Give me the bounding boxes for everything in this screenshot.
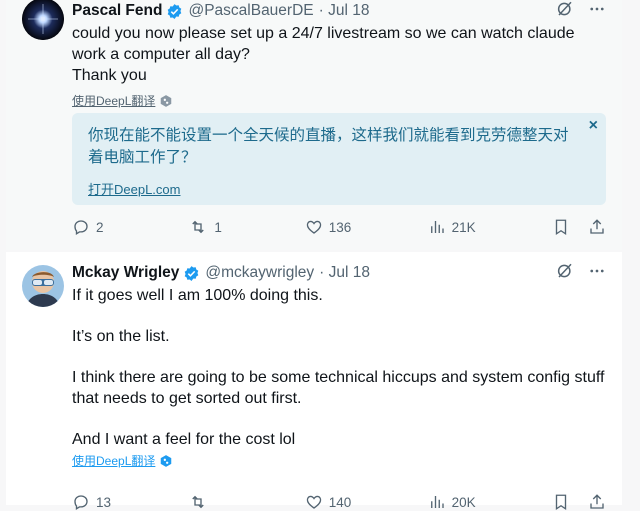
like-button[interactable]: 140 bbox=[305, 493, 352, 511]
tweet-content: Mckay Wrigley @mckaywrigley · Jul 18 If … bbox=[72, 262, 606, 511]
author-name[interactable]: Pascal Fend bbox=[72, 2, 162, 20]
reply-icon bbox=[72, 218, 90, 236]
tweet-mckay[interactable]: Mckay Wrigley @mckaywrigley · Jul 18 If … bbox=[6, 252, 622, 511]
reply-count: 2 bbox=[96, 219, 104, 235]
reply-button[interactable]: 2 bbox=[72, 218, 112, 236]
repost-icon bbox=[188, 218, 208, 236]
avatar[interactable] bbox=[22, 265, 64, 307]
bar-chart-icon bbox=[428, 218, 446, 236]
tweet-line: If it goes well I am 100% doing this. bbox=[72, 287, 323, 304]
tweet-secondary-actions bbox=[552, 218, 606, 236]
translation-box: 你现在能不能设置一个全天候的直播，这样我们就能看到克劳德整天对着电脑工作了？ ×… bbox=[72, 113, 606, 205]
bookmark-icon[interactable] bbox=[552, 218, 570, 236]
heart-icon bbox=[305, 493, 323, 511]
tweet-date[interactable]: · Jul 18 bbox=[319, 264, 370, 282]
tweet-pascal[interactable]: Pascal Fend @PascalBauerDE · Jul 18 coul… bbox=[6, 0, 622, 250]
tweet-text: If it goes well I am 100% doing this. It… bbox=[72, 285, 606, 450]
grok-icon[interactable] bbox=[556, 262, 574, 280]
verified-badge-icon bbox=[166, 3, 183, 20]
tweet-header: Mckay Wrigley @mckaywrigley · Jul 18 bbox=[72, 262, 606, 284]
bookmark-icon[interactable] bbox=[552, 493, 570, 511]
tweet-header: Pascal Fend @PascalBauerDE · Jul 18 bbox=[72, 0, 606, 22]
like-count: 136 bbox=[328, 219, 352, 235]
repost-icon bbox=[188, 493, 208, 511]
tweet-actions: 13 140 20K bbox=[72, 493, 606, 511]
repost-button[interactable] bbox=[188, 493, 228, 511]
bar-chart-icon bbox=[428, 493, 446, 511]
tweet-text: could you now please set up a 24/7 lives… bbox=[72, 23, 606, 86]
close-icon[interactable]: × bbox=[589, 117, 598, 135]
share-icon[interactable] bbox=[588, 218, 606, 236]
tweet-content: Pascal Fend @PascalBauerDE · Jul 18 coul… bbox=[72, 0, 606, 236]
tweet-secondary-actions bbox=[552, 493, 606, 511]
tweet-line: And I want a feel for the cost lol bbox=[72, 431, 296, 448]
verified-badge-icon bbox=[183, 265, 200, 282]
more-options-icon[interactable] bbox=[588, 262, 606, 280]
view-count: 20K bbox=[451, 494, 476, 510]
repost-button[interactable]: 1 bbox=[188, 218, 228, 236]
share-icon[interactable] bbox=[588, 493, 606, 511]
deepl-translate-link[interactable]: 使用DeepL翻译 bbox=[72, 92, 606, 109]
tweet-line: Thank you bbox=[72, 67, 147, 84]
heart-icon bbox=[305, 218, 323, 236]
avatar[interactable] bbox=[22, 0, 64, 40]
views-button[interactable]: 21K bbox=[428, 218, 476, 236]
tweet-line: It’s on the list. bbox=[72, 328, 170, 345]
translation-text: 你现在能不能设置一个全天候的直播，这样我们就能看到克劳德整天对着电脑工作了？ bbox=[88, 127, 569, 166]
more-options-icon[interactable] bbox=[588, 0, 606, 18]
like-button[interactable]: 136 bbox=[305, 218, 352, 236]
like-count: 140 bbox=[328, 494, 352, 510]
tweet-line: could you now please set up a 24/7 lives… bbox=[72, 25, 575, 63]
author-handle[interactable]: @mckaywrigley bbox=[205, 264, 314, 282]
tweet-top-actions bbox=[556, 0, 606, 18]
deepl-label: 使用DeepL翻译 bbox=[72, 94, 156, 108]
deepl-icon bbox=[159, 454, 173, 468]
tweet-top-actions bbox=[556, 262, 606, 280]
views-button[interactable]: 20K bbox=[428, 493, 476, 511]
author-handle[interactable]: @PascalBauerDE bbox=[188, 2, 313, 20]
tweet-line: I think there are going to be some techn… bbox=[72, 369, 605, 407]
reply-button[interactable]: 13 bbox=[72, 493, 112, 511]
reply-icon bbox=[72, 493, 90, 511]
view-count: 21K bbox=[451, 219, 476, 235]
deepl-label: 使用DeepL翻译 bbox=[72, 454, 156, 468]
grok-icon[interactable] bbox=[556, 0, 574, 18]
deepl-translate-link[interactable]: 使用DeepL翻译 bbox=[72, 452, 606, 469]
tweet-actions: 2 1 136 21K bbox=[72, 218, 606, 236]
tweet-date[interactable]: · Jul 18 bbox=[319, 2, 370, 20]
author-name[interactable]: Mckay Wrigley bbox=[72, 264, 179, 282]
open-deepl-link[interactable]: 打开DeepL.com bbox=[88, 179, 180, 198]
deepl-icon bbox=[159, 94, 173, 108]
repost-count: 1 bbox=[214, 219, 222, 235]
reply-count: 13 bbox=[96, 494, 112, 510]
